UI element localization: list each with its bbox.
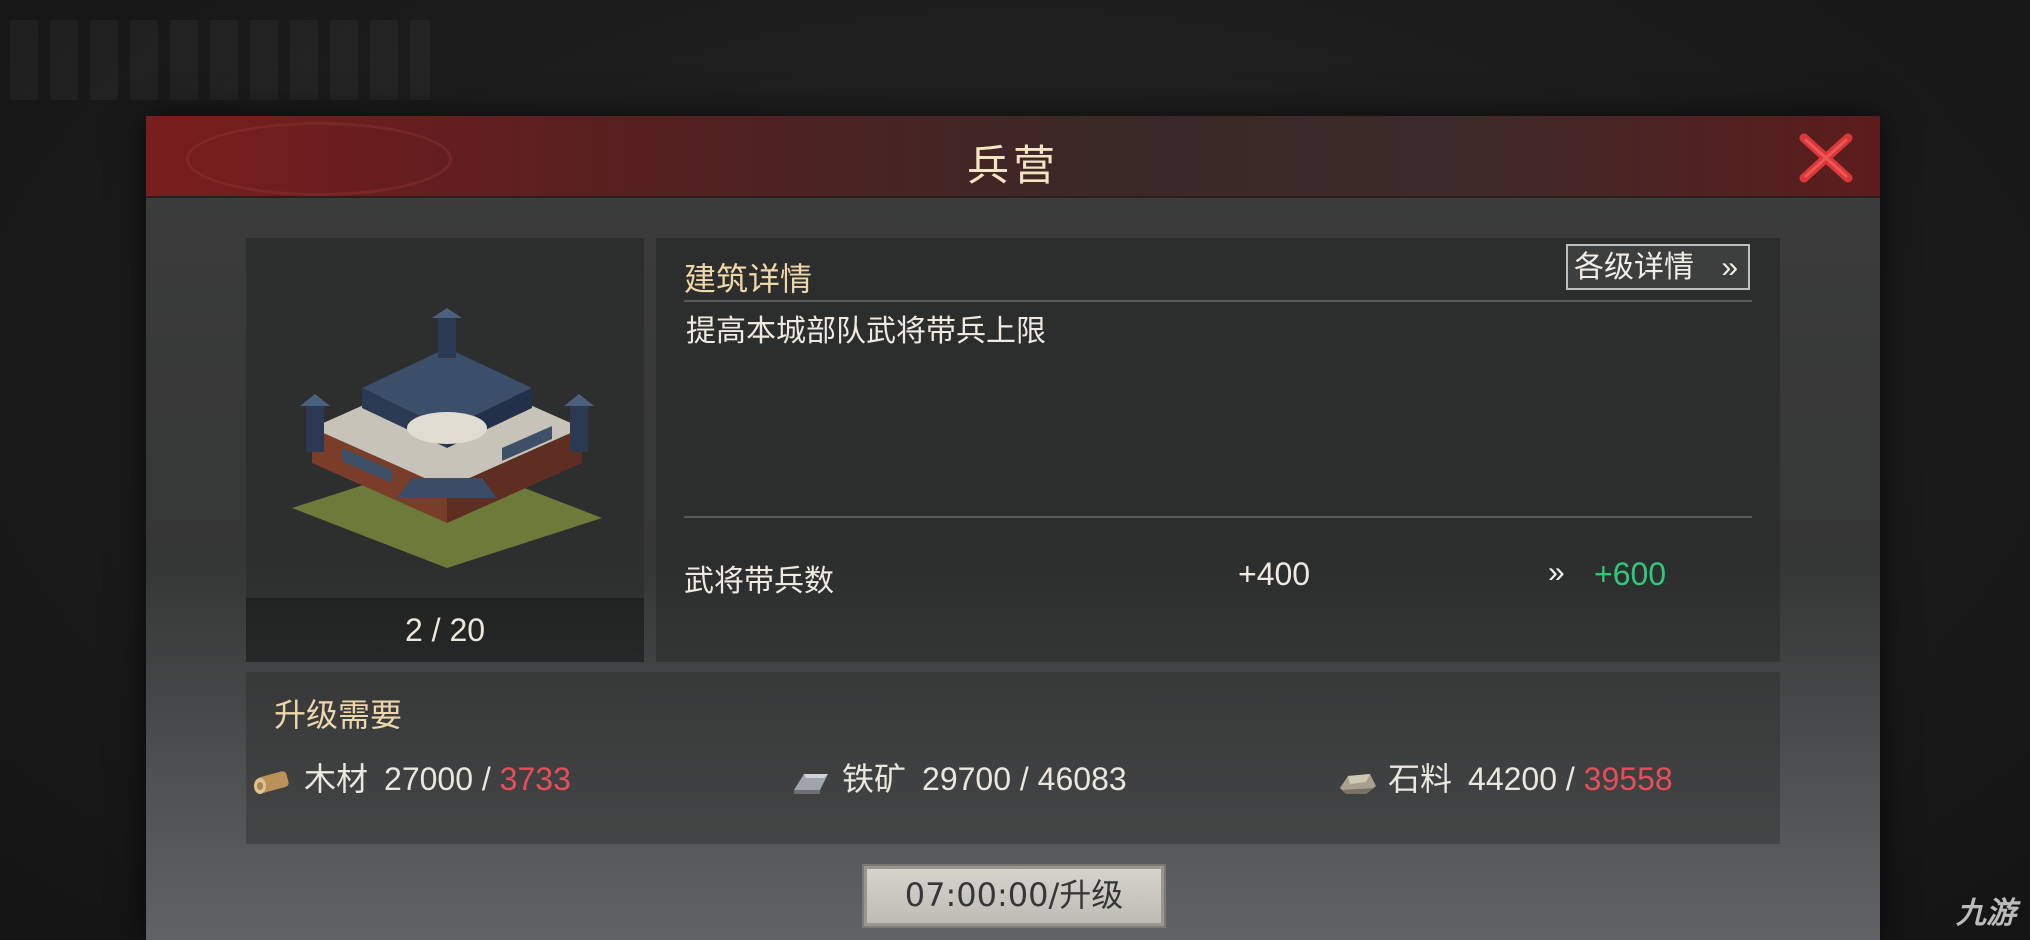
level-details-button[interactable]: 各级详情 »	[1566, 244, 1750, 290]
building-image-panel: 2 / 20	[246, 238, 644, 662]
resource-separator: /	[473, 761, 500, 797]
resource-required: 44200	[1468, 761, 1557, 797]
building-description: 提高本城部队武将带兵上限	[686, 315, 1046, 348]
building-details-panel: 建筑详情 各级详情 » 提高本城部队武将带兵上限 武将带兵数 +400 » +6…	[656, 238, 1780, 662]
stat-label: 武将带兵数	[684, 565, 834, 598]
resource-owned: 3733	[499, 761, 571, 797]
divider	[684, 516, 1752, 518]
stat-next-value: +600	[1594, 556, 1667, 592]
resource-name: 铁矿	[842, 761, 907, 797]
resource-name: 石料	[1388, 761, 1453, 797]
level-details-label: 各级详情	[1574, 251, 1694, 284]
barracks-building-image	[292, 308, 602, 568]
iron-ore-icon	[794, 773, 828, 794]
background-decoration	[10, 20, 430, 100]
resource-separator: /	[1557, 761, 1584, 797]
resource-iron-ore: 铁矿 29700 / 46083	[790, 754, 1127, 798]
upgrade-button[interactable]: 07:00:00/升级	[862, 864, 1166, 928]
stone-icon	[1340, 773, 1376, 794]
double-chevron-right-icon: »	[1721, 251, 1738, 284]
resource-name: 木材	[304, 761, 369, 797]
stat-current-value: +400	[1238, 556, 1311, 592]
watermark-logo: 九游	[1956, 897, 2016, 930]
upgrade-requirements-panel: 升级需要 木材 27000 / 3733 铁矿 29700 / 46083 石料 44…	[246, 672, 1780, 844]
resource-separator: /	[1011, 761, 1038, 797]
requirements-title: 升级需要	[274, 697, 403, 733]
double-chevron-right-icon: »	[1548, 556, 1565, 589]
barracks-dialog: 兵营 2 / 20 建筑详情 各级详情 » 提高本城部队武将带兵上限 武将带兵数…	[146, 116, 1880, 940]
divider	[684, 300, 1752, 302]
resource-wood: 木材 27000 / 3733	[252, 754, 571, 798]
resource-stone: 石料 44200 / 39558	[1336, 754, 1673, 798]
resource-owned: 46083	[1037, 761, 1127, 797]
resource-required: 27000	[384, 761, 473, 797]
resource-owned: 39558	[1583, 761, 1673, 797]
title-bar: 兵营	[146, 116, 1880, 198]
resource-required: 29700	[922, 761, 1011, 797]
building-level: 2 / 20	[246, 598, 644, 662]
details-heading: 建筑详情	[684, 261, 813, 297]
close-button[interactable]	[1798, 132, 1854, 184]
close-icon	[1799, 133, 1853, 183]
wood-icon	[254, 770, 289, 794]
dialog-title: 兵营	[966, 141, 1059, 190]
